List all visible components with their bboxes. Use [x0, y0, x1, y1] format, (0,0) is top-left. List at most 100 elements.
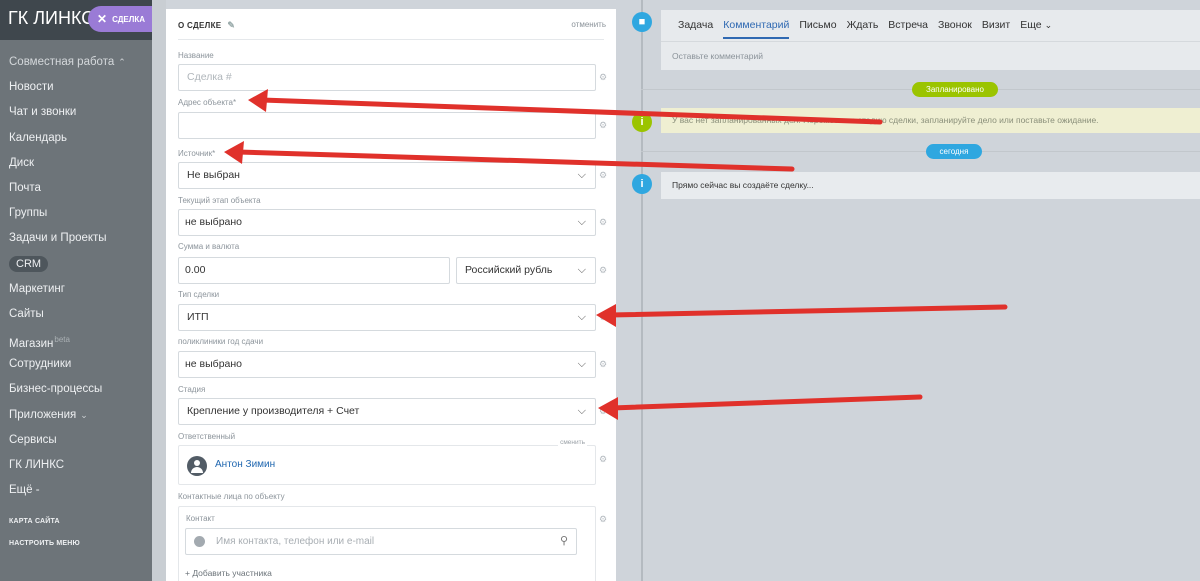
- stage-select[interactable]: Крепление у производителя + Счет ⌵: [178, 398, 596, 425]
- sidebar-item-label: Почта: [9, 181, 41, 194]
- comment-icon: ■: [632, 12, 652, 32]
- contact-placeholder: Имя контакта, телефон или e-mail: [216, 536, 375, 547]
- sidebar-item[interactable]: Диск: [0, 151, 152, 176]
- sidebar-item[interactable]: Сервисы: [0, 428, 152, 453]
- sidebar-item[interactable]: Маркетинг: [0, 277, 152, 302]
- sidebar-item[interactable]: Новости: [0, 75, 152, 100]
- address-input[interactable]: [178, 112, 596, 139]
- sidebar-item[interactable]: Календарь: [0, 126, 152, 151]
- deal-pill-label: СДЕЛКА: [112, 15, 146, 24]
- planned-badge: Запланировано: [912, 82, 998, 97]
- gear-icon[interactable]: ⚙: [599, 514, 607, 525]
- chevron-icon[interactable]: ⌄: [80, 410, 88, 420]
- section-title-text: О СДЕЛКЕ: [178, 21, 222, 30]
- chevron-down-icon: ⌵: [577, 264, 586, 276]
- address-label: Адрес объекта*: [178, 98, 237, 107]
- gear-icon[interactable]: ⚙: [599, 170, 607, 181]
- contact-search-input[interactable]: Имя контакта, телефон или e-mail ⚲: [185, 528, 577, 555]
- gear-icon[interactable]: ⚙: [599, 72, 607, 83]
- tab-2[interactable]: Письмо: [799, 19, 836, 37]
- sidebar-item-label: Сотрудники: [9, 358, 72, 371]
- timeline-line: [641, 0, 643, 581]
- chevron-down-icon: ⌄: [1044, 20, 1053, 30]
- responsible-name[interactable]: Антон Зимин: [215, 459, 275, 470]
- divider: [178, 39, 604, 40]
- sidebar-item[interactable]: CRM: [0, 252, 152, 277]
- chevron-down-icon: ⌵: [577, 405, 586, 417]
- brand-title[interactable]: ГК ЛИНКС: [8, 8, 94, 29]
- sidebar-item[interactable]: Магазинbeta: [0, 327, 152, 352]
- tab-label: Еще: [1020, 19, 1042, 31]
- tab-5[interactable]: Звонок: [938, 19, 972, 37]
- stage-label: Стадия: [178, 385, 206, 394]
- sidebar-item[interactable]: Бизнес-процессы: [0, 377, 152, 402]
- deal-type-value: ИТП: [187, 311, 209, 323]
- sidebar-item-label: CRM: [9, 255, 49, 272]
- sidebar-nav: Совместная работа ⌃ Новости Чат и звонки Кал…: [0, 50, 152, 503]
- activity-tabs: Задача Комментарий Письмо Ждать Встреча Звоно…: [678, 19, 1062, 39]
- gear-icon[interactable]: ⚙: [599, 454, 607, 465]
- tab-label: Комментарий: [723, 19, 790, 31]
- comment-input[interactable]: Оставьте комментарий: [672, 51, 763, 61]
- deal-type-select[interactable]: ИТП ⌵: [178, 304, 596, 331]
- sidebar-item-label: Магазин: [9, 337, 54, 350]
- clinic-select[interactable]: не выбрано ⌵: [178, 351, 596, 378]
- currency-value: Российский рубль: [465, 264, 553, 276]
- left-sidebar: ГК ЛИНКС Совместная работа ⌃ Новости Чат и …: [0, 0, 152, 581]
- chevron-down-icon: ⌵: [577, 169, 586, 181]
- sidebar-item[interactable]: Ещё -: [0, 478, 152, 503]
- section-title: О СДЕЛКЕ ✎: [178, 20, 235, 31]
- gear-icon[interactable]: ⚙: [599, 265, 607, 276]
- tab-7[interactable]: Еще ⌄: [1020, 19, 1052, 37]
- sidebar-item[interactable]: ГК ЛИНКС: [0, 453, 152, 478]
- change-responsible-link[interactable]: сменить: [558, 439, 587, 446]
- tab-4[interactable]: Встреча: [888, 19, 928, 37]
- tab-0[interactable]: Задача: [678, 19, 713, 37]
- arrow-to-deal-type: [607, 304, 1008, 318]
- name-label: Название: [178, 51, 214, 60]
- name-input[interactable]: Сделка #: [178, 64, 596, 91]
- sidebar-item[interactable]: Совместная работа ⌃: [0, 50, 152, 75]
- gear-icon[interactable]: ⚙: [599, 217, 607, 228]
- add-participant-link[interactable]: + Добавить участника: [185, 568, 272, 578]
- gear-icon[interactable]: ⚙: [599, 406, 607, 417]
- chevron-icon[interactable]: ⌃: [118, 57, 126, 67]
- sidebar-item-label: Диск: [9, 156, 34, 169]
- clinic-label: поликлиники год сдачи: [178, 337, 264, 346]
- tab-6[interactable]: Визит: [982, 19, 1010, 37]
- search-icon[interactable]: ⚲: [560, 529, 568, 554]
- sidebar-item-label: Бизнес-процессы: [9, 383, 103, 396]
- object-stage-select[interactable]: не выбрано ⌵: [178, 209, 596, 236]
- currency-select[interactable]: Российский рубль ⌵: [456, 257, 596, 284]
- setup-menu-link[interactable]: НАСТРОИТЬ МЕНЮ: [9, 540, 80, 547]
- source-label: Источник*: [178, 149, 216, 158]
- slider-backdrop: [152, 0, 166, 581]
- sidebar-item-label: Совместная работа: [9, 56, 115, 68]
- sidebar-item[interactable]: Чат и звонки: [0, 100, 152, 125]
- chevron-down-icon: ⌵: [577, 311, 586, 323]
- tab-3[interactable]: Ждать: [847, 19, 879, 37]
- cancel-link[interactable]: отменить: [571, 20, 606, 29]
- contact-sublabel: Контакт: [186, 514, 215, 523]
- sum-input[interactable]: 0.00: [178, 257, 450, 284]
- sidebar-item-label: Новости: [9, 81, 54, 94]
- sidebar-item[interactable]: Приложения ⌄: [0, 403, 152, 428]
- gear-icon[interactable]: ⚙: [599, 359, 607, 370]
- tab-1[interactable]: Комментарий: [723, 19, 790, 39]
- site-map-link[interactable]: КАРТА САЙТА: [9, 518, 60, 525]
- sidebar-item[interactable]: Сайты: [0, 302, 152, 327]
- source-select[interactable]: Не выбран ⌵: [178, 162, 596, 189]
- sidebar-item-label: Ещё -: [9, 484, 40, 497]
- gear-icon[interactable]: ⚙: [599, 312, 607, 323]
- sidebar-item[interactable]: Почта: [0, 176, 152, 201]
- activity-editor: Задача Комментарий Письмо Ждать Встреча Звоно…: [661, 10, 1200, 70]
- sidebar-item[interactable]: Группы: [0, 201, 152, 226]
- gear-icon[interactable]: ⚙: [599, 120, 607, 131]
- close-deal-button[interactable]: ✕ СДЕЛКА: [88, 6, 152, 32]
- sidebar-item[interactable]: Задачи и Проекты: [0, 226, 152, 251]
- pencil-icon[interactable]: ✎: [227, 20, 235, 30]
- avatar: [187, 456, 207, 476]
- beta-badge: beta: [54, 335, 70, 345]
- close-icon: ✕: [97, 12, 108, 26]
- sidebar-item[interactable]: Сотрудники: [0, 352, 152, 377]
